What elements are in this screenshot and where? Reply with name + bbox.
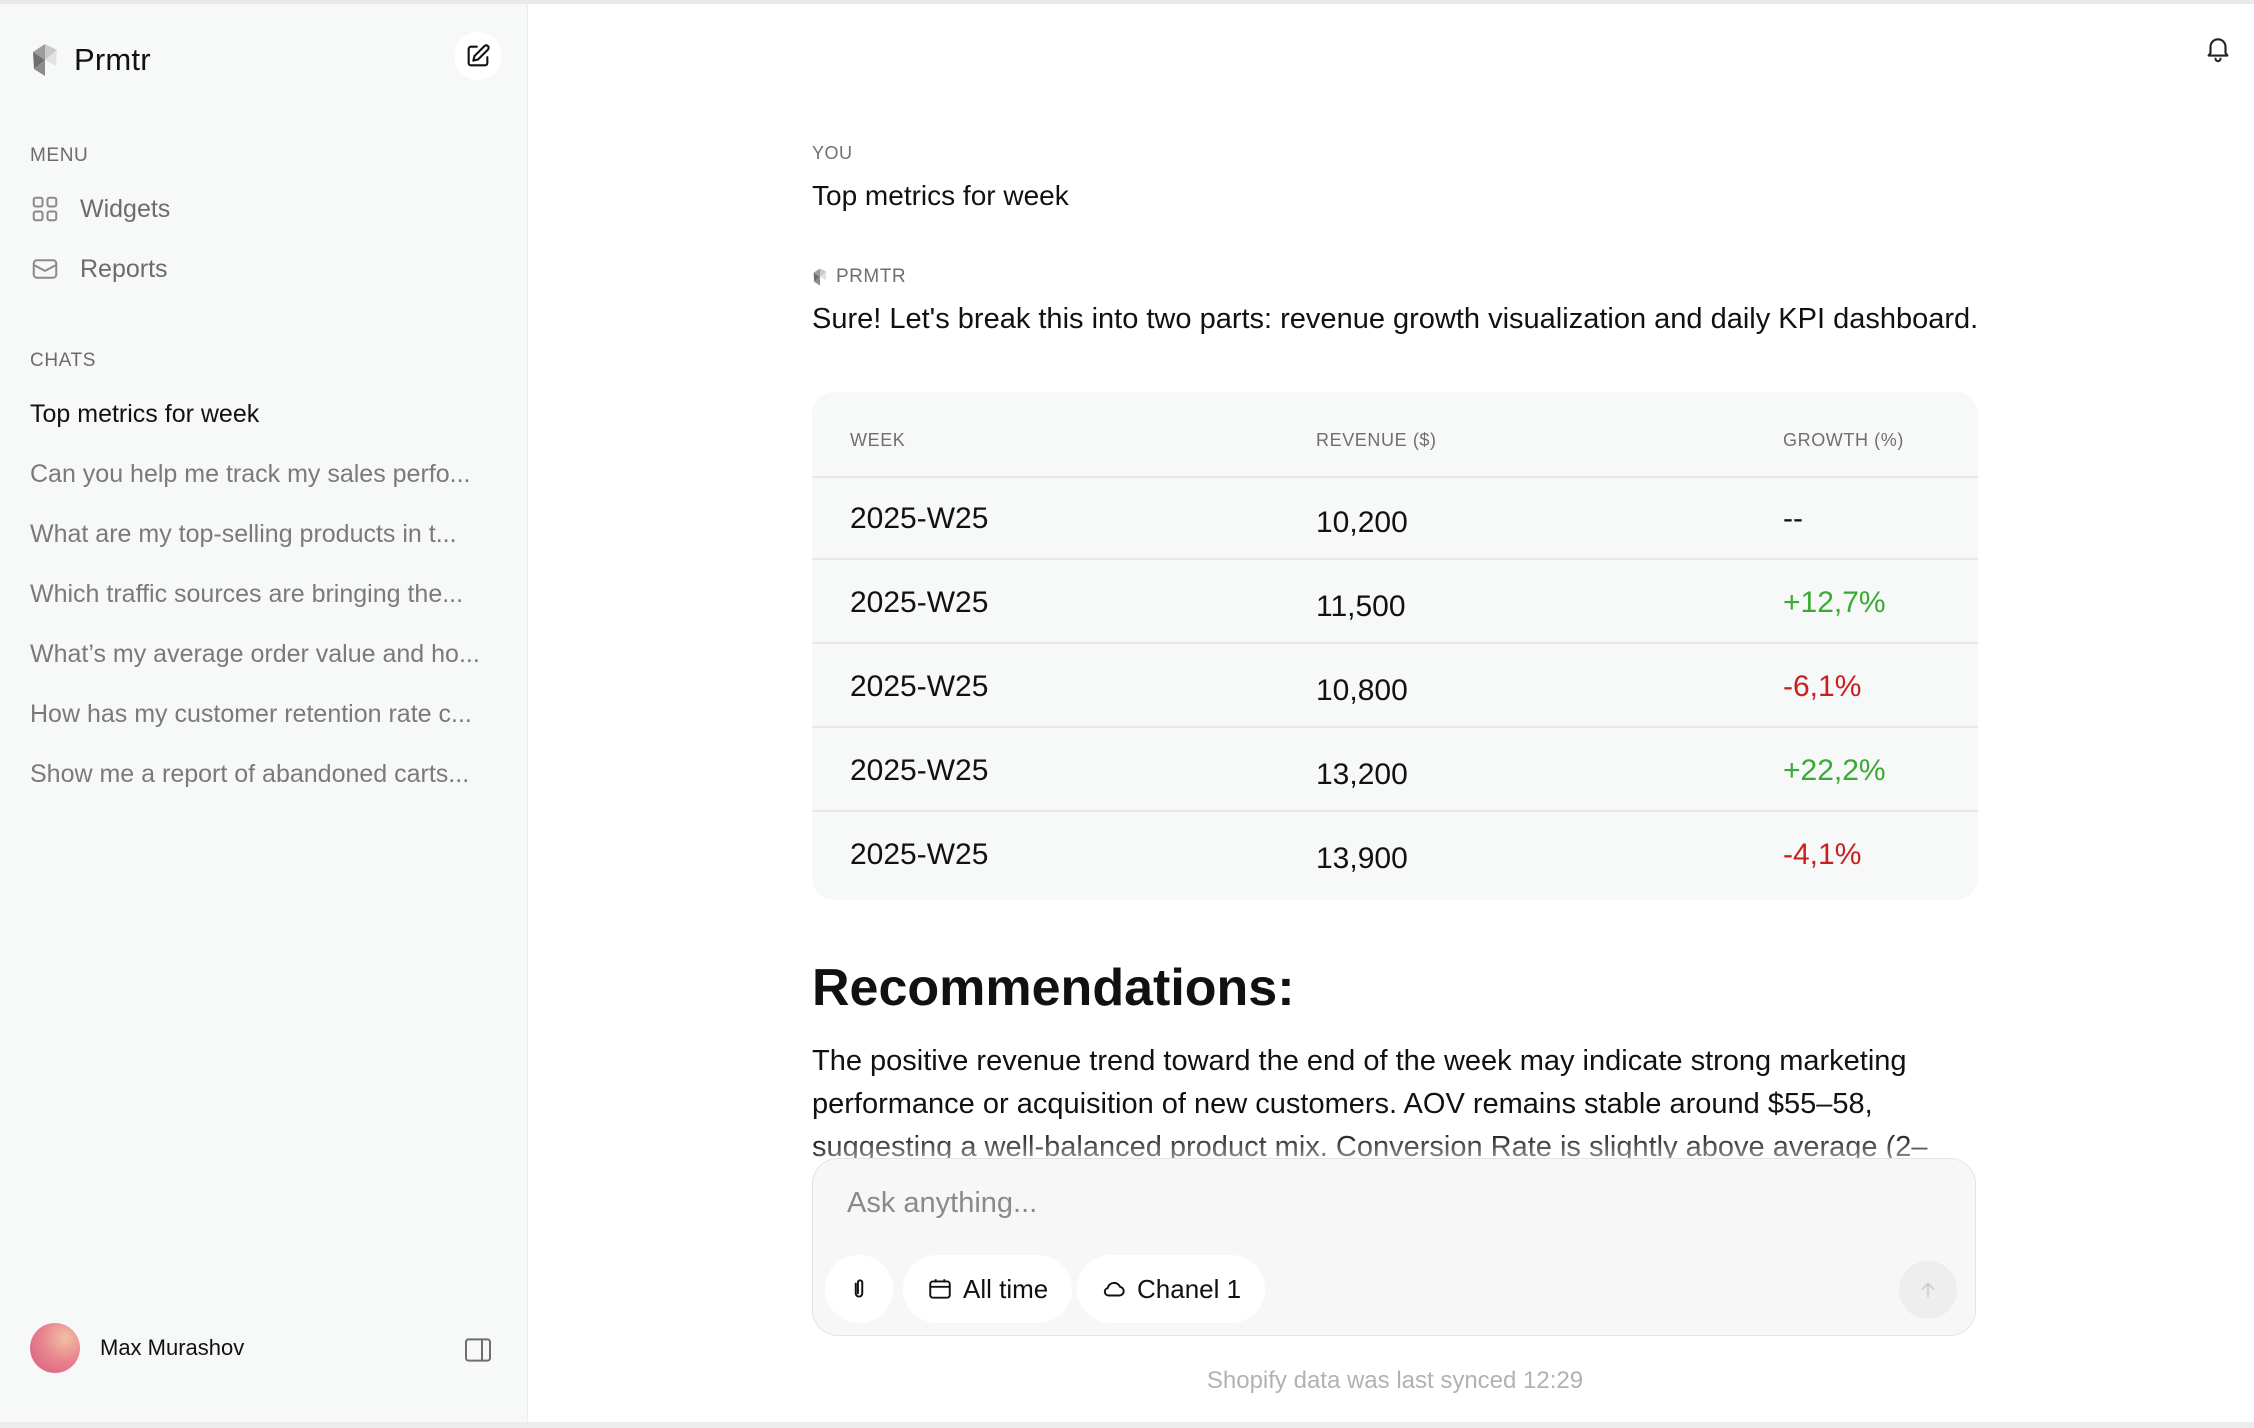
attach-button[interactable] (825, 1255, 893, 1323)
table-row: 2025-W25 11,500 +12,7% (812, 562, 1978, 644)
new-chat-button[interactable] (454, 32, 502, 80)
prmtr-logo-icon (33, 44, 57, 76)
calendar-icon (929, 1279, 951, 1299)
mail-icon (32, 259, 58, 279)
composer: All time Chanel 1 (812, 1158, 1976, 1336)
sync-status: Shopify data was last synced 12:29 (1206, 1367, 1584, 1394)
edit-icon (467, 44, 490, 67)
cell-growth: -6,1% (1783, 670, 1862, 703)
bottom-border (0, 1422, 2254, 1428)
cell-revenue: 13,200 (1316, 758, 1408, 791)
avatar (30, 1323, 80, 1373)
recommendations-heading: Recommendations: (812, 959, 1295, 1017)
chats-section-label: CHATS (30, 350, 96, 371)
chat-item[interactable]: Can you help me track my sales perfo... (30, 460, 500, 489)
cell-growth: +22,2% (1783, 754, 1886, 787)
arrow-up-icon (1921, 1282, 1935, 1298)
user-name: Max Murashov (100, 1335, 245, 1360)
assistant-message-label: PRMTR (812, 266, 906, 288)
metrics-table: WEEK REVENUE ($) GROWTH (%) 2025-W25 10,… (812, 392, 1978, 900)
cell-week: 2025-W25 (850, 838, 989, 871)
channel-filter-label: Chanel 1 (1137, 1273, 1242, 1304)
bell-icon[interactable] (2203, 32, 2233, 64)
time-filter-button[interactable]: All time (903, 1255, 1073, 1323)
cell-growth: -4,1% (1783, 838, 1862, 871)
chat-item[interactable]: What’s my average order value and ho... (30, 640, 500, 669)
sidebar-toggle-icon[interactable] (462, 1334, 494, 1366)
chat-input[interactable] (847, 1187, 1927, 1220)
table-row: 2025-W25 10,200 -- (812, 478, 1978, 560)
cell-week: 2025-W25 (850, 586, 989, 619)
column-header-week: WEEK (850, 430, 906, 450)
table-row: 2025-W25 10,800 -6,1% (812, 646, 1978, 728)
app-name: Prmtr (74, 42, 151, 77)
paperclip-icon (854, 1279, 864, 1298)
cell-revenue: 10,800 (1316, 674, 1408, 707)
table-header-row: WEEK REVENUE ($) GROWTH (%) (812, 392, 1978, 478)
assistant-message: Sure! Let's break this into two parts: r… (812, 303, 1979, 335)
menu-item-label: Reports (80, 254, 168, 283)
user-message-label: YOU (812, 143, 853, 163)
brand[interactable]: Prmtr (30, 42, 151, 78)
user-profile[interactable]: Max Murashov (30, 1323, 244, 1373)
cell-revenue: 11,500 (1316, 590, 1406, 623)
cell-week: 2025-W25 (850, 502, 989, 535)
chat-item[interactable]: How has my customer retention rate c... (30, 700, 500, 729)
cloud-icon (1103, 1281, 1125, 1297)
recommendations-text: The positive revenue trend toward the en… (812, 1045, 1928, 1158)
column-header-revenue: REVENUE ($) (1316, 430, 1437, 450)
cell-growth: -- (1783, 502, 1803, 535)
send-button[interactable] (1899, 1261, 1957, 1319)
cell-week: 2025-W25 (850, 754, 989, 787)
channel-filter-button[interactable]: Chanel 1 (1077, 1255, 1266, 1323)
prmtr-logo-icon (813, 268, 827, 286)
time-filter-label: All time (963, 1273, 1049, 1304)
table-row: 2025-W25 13,200 +22,2% (812, 730, 1978, 812)
grid-icon (32, 196, 58, 222)
chat-item[interactable]: Which traffic sources are bringing the..… (30, 580, 500, 609)
table-row: 2025-W25 13,900 -4,1% (812, 814, 1978, 896)
chat-item[interactable]: What are my top-selling products in t... (30, 520, 500, 549)
menu-section-label: MENU (30, 145, 89, 166)
menu-item-label: Widgets (80, 194, 171, 223)
cell-revenue: 10,200 (1316, 506, 1408, 539)
menu-item-widgets[interactable]: Widgets (30, 194, 170, 224)
chat-item[interactable]: Show me a report of abandoned carts... (30, 760, 500, 789)
column-header-growth: GROWTH (%) (1783, 430, 1904, 450)
user-message: Top metrics for week (812, 180, 1069, 211)
chat-item[interactable]: Top metrics for week (30, 400, 500, 429)
sidebar: Prmtr MENU Widgets Reports CHATS Top met… (0, 4, 528, 1422)
assistant-name: PRMTR (836, 266, 907, 287)
cell-week: 2025-W25 (850, 670, 989, 703)
menu-item-reports[interactable]: Reports (30, 254, 168, 284)
cell-growth: +12,7% (1783, 586, 1886, 619)
cell-revenue: 13,900 (1316, 842, 1408, 875)
